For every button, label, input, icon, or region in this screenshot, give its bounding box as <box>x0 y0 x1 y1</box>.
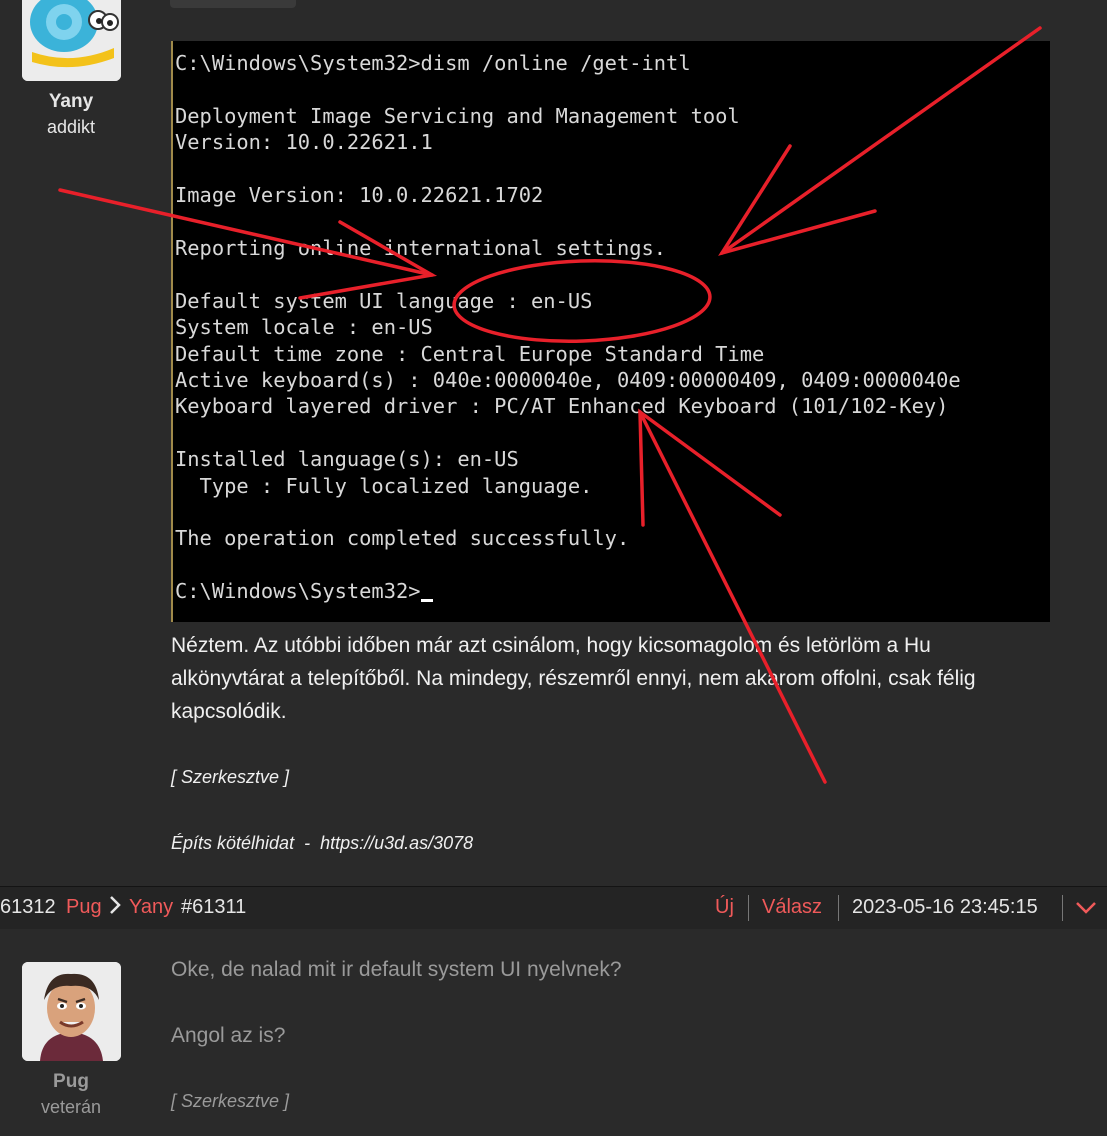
reply-to-user-link[interactable]: Yany <box>129 896 173 919</box>
snail-avatar-icon <box>22 0 121 81</box>
chevron-down-icon[interactable] <box>1075 899 1097 922</box>
terminal-line: Version: 10.0.22621.1 <box>175 130 433 154</box>
chevron-right-icon <box>108 894 122 922</box>
terminal-line: Installed language(s): en-US <box>175 447 519 471</box>
post-text-line: alkönyvtárat a telepítőből. Na mindegy, … <box>171 667 976 690</box>
terminal-line: Default time zone : Central Europe Stand… <box>175 342 765 366</box>
username-yany[interactable]: Yany <box>0 91 142 113</box>
user-avatar-yany[interactable] <box>22 0 121 81</box>
new-post-link[interactable]: Új <box>715 896 734 919</box>
separator <box>1062 895 1063 921</box>
terminal-line: Reporting online international settings. <box>175 236 667 260</box>
post-tab-stub <box>170 0 296 8</box>
user-rank-pug: veterán <box>40 1097 102 1117</box>
terminal-line: C:\Windows\System32>dism /online /get-in… <box>175 51 691 75</box>
post-61312: Pug veterán Oke, de nalad mit ir default… <box>0 929 1107 1136</box>
terminal-line: Keyboard layered driver : PC/AT Enhanced… <box>175 394 949 418</box>
user-rank-yany: addikt <box>46 117 96 137</box>
author-link[interactable]: Pug <box>66 896 102 919</box>
terminal-line: Active keyboard(s) : 040e:0000040e, 0409… <box>175 368 961 392</box>
terminal-line: Default system UI language : en-US <box>175 289 593 313</box>
post-meta-bar: 61312 Pug Yany #61311 Új Válasz 2023-05-… <box>0 886 1107 930</box>
man-portrait-avatar-icon <box>22 962 121 1061</box>
terminal-line: Type : Fully localized language. <box>175 474 593 498</box>
signature[interactable]: Építs kötélhidat - https://u3d.as/3078 <box>171 827 473 860</box>
post-text-line: Oke, de nalad mit ir default system UI n… <box>171 958 622 981</box>
terminal-line: The operation completed successfully. <box>175 526 630 550</box>
terminal-prompt: C:\Windows\System32> <box>175 579 421 603</box>
reply-button[interactable]: Válasz <box>762 896 822 919</box>
terminal-cursor <box>420 599 433 602</box>
separator <box>838 895 839 921</box>
post-text-line: Néztem. Az utóbbi időben már azt csinálo… <box>171 634 931 657</box>
terminal-prompt-line: C:\Windows\System32> <box>175 579 433 603</box>
edited-label: [ Szerkesztve ] <box>171 767 290 787</box>
post-id[interactable]: 61312 <box>0 896 56 919</box>
separator <box>748 895 749 921</box>
terminal-line: Image Version: 10.0.22621.1702 <box>175 183 544 207</box>
user-avatar-pug[interactable] <box>22 962 121 1061</box>
username-pug[interactable]: Pug <box>0 1071 142 1093</box>
terminal-screenshot: C:\Windows\System32>dism /online /get-in… <box>171 41 1050 622</box>
post-61311: Yany addikt C:\Windows\System32>dism /on… <box>0 0 1107 886</box>
edited-label: [ Szerkesztve ] <box>171 1091 290 1111</box>
reply-to-post-link[interactable]: #61311 <box>181 896 246 919</box>
terminal-line: Deployment Image Servicing and Managemen… <box>175 104 740 128</box>
post-timestamp: 2023-05-16 23:45:15 <box>852 896 1038 918</box>
post-text-line: Angol az is? <box>171 1024 286 1047</box>
terminal-line: System locale : en-US <box>175 315 433 339</box>
post-text-line: kapcsolódik. <box>171 700 287 723</box>
